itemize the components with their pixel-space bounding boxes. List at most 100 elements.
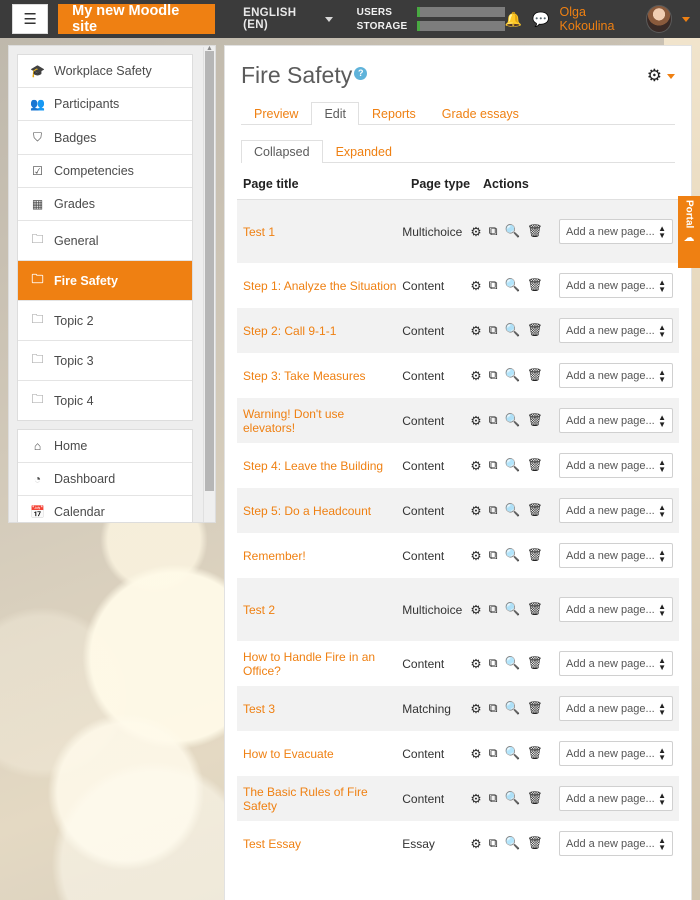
copy-icon[interactable]: ⧉	[489, 791, 498, 806]
language-selector[interactable]: ENGLISH (EN)	[243, 7, 333, 31]
gear-icon[interactable]: ⚙	[470, 701, 481, 716]
tab-expanded[interactable]: Expanded	[323, 140, 405, 163]
preview-icon[interactable]: 🔍	[505, 278, 521, 293]
copy-icon[interactable]: ⧉	[489, 323, 498, 338]
gear-icon[interactable]: ⚙	[470, 413, 481, 428]
sidebar-item-competencies[interactable]: ☑ Competencies	[18, 155, 192, 188]
add-new-page-select[interactable]: Add a new page... ▲ ▼	[559, 786, 673, 811]
gear-icon[interactable]: ⚙	[470, 746, 481, 761]
page-title-link[interactable]: Step 1: Analyze the Situation	[243, 279, 402, 293]
delete-icon[interactable]: 🗑	[527, 503, 543, 518]
copy-icon[interactable]: ⧉	[489, 602, 498, 617]
chat-icon[interactable]: 💬	[532, 11, 549, 28]
preview-icon[interactable]: 🔍	[505, 791, 521, 806]
add-new-page-select[interactable]: Add a new page... ▲ ▼	[559, 543, 673, 568]
preview-icon[interactable]: 🔍	[505, 836, 521, 851]
add-new-page-select[interactable]: Add a new page... ▲ ▼	[559, 831, 673, 856]
delete-icon[interactable]: 🗑	[527, 323, 543, 338]
copy-icon[interactable]: ⧉	[489, 458, 498, 473]
sidebar-item-dashboard[interactable]: ◔ Dashboard	[18, 463, 192, 496]
delete-icon[interactable]: 🗑	[527, 656, 543, 671]
site-name-button[interactable]: My new Moodle site	[58, 3, 216, 35]
sidebar-scroll-thumb[interactable]	[205, 51, 214, 491]
sidebar-scrollbar[interactable]: ▲	[203, 46, 214, 522]
page-title-link[interactable]: Step 3: Take Measures	[243, 369, 402, 383]
delete-icon[interactable]: 🗑	[527, 413, 543, 428]
avatar[interactable]	[646, 5, 673, 33]
delete-icon[interactable]: 🗑	[527, 278, 543, 293]
add-new-page-select[interactable]: Add a new page... ▲ ▼	[559, 453, 673, 478]
tab-grade-essays[interactable]: Grade essays	[429, 102, 532, 125]
tab-collapsed[interactable]: Collapsed	[241, 140, 323, 163]
add-new-page-select[interactable]: Add a new page... ▲ ▼	[559, 408, 673, 433]
copy-icon[interactable]: ⧉	[489, 278, 498, 293]
page-title-link[interactable]: How to Evacuate	[243, 747, 402, 761]
preview-icon[interactable]: 🔍	[505, 548, 521, 563]
settings-menu[interactable]: ⚙	[647, 62, 675, 86]
page-title-link[interactable]: How to Handle Fire in an Office?	[243, 650, 402, 678]
sidebar-item-participants[interactable]: 👥 Participants	[18, 88, 192, 121]
sidebar-item-topic-3[interactable]: 🗀 Topic 3	[18, 341, 192, 381]
username-label[interactable]: Olga Kokoulina	[560, 5, 637, 33]
delete-icon[interactable]: 🗑	[527, 548, 543, 563]
delete-icon[interactable]: 🗑	[527, 602, 543, 617]
tab-preview[interactable]: Preview	[241, 102, 311, 125]
portal-tab[interactable]: Portal ☁	[678, 196, 700, 268]
gear-icon[interactable]: ⚙	[470, 836, 481, 851]
gear-icon[interactable]: ⚙	[470, 323, 481, 338]
preview-icon[interactable]: 🔍	[505, 503, 521, 518]
gear-icon[interactable]: ⚙	[470, 368, 481, 383]
sidebar-item-topic-4[interactable]: 🗀 Topic 4	[18, 381, 192, 420]
bell-icon[interactable]: 🔔	[505, 11, 522, 28]
sidebar-item-topic-2[interactable]: 🗀 Topic 2	[18, 301, 192, 341]
copy-icon[interactable]: ⧉	[489, 224, 498, 239]
gear-icon[interactable]: ⚙	[470, 278, 481, 293]
sidebar-item-badges[interactable]: ⛉ Badges	[18, 121, 192, 155]
sidebar-item-home[interactable]: ⌂ Home	[18, 430, 192, 463]
page-title-link[interactable]: Test 2	[243, 603, 402, 617]
add-new-page-select[interactable]: Add a new page... ▲ ▼	[559, 219, 673, 244]
gear-icon[interactable]: ⚙	[470, 656, 481, 671]
preview-icon[interactable]: 🔍	[505, 458, 521, 473]
preview-icon[interactable]: 🔍	[505, 323, 521, 338]
add-new-page-select[interactable]: Add a new page... ▲ ▼	[559, 363, 673, 388]
gear-icon[interactable]: ⚙	[470, 548, 481, 563]
page-title-link[interactable]: The Basic Rules of Fire Safety	[243, 785, 402, 813]
page-title-link[interactable]: Test 3	[243, 702, 402, 716]
preview-icon[interactable]: 🔍	[505, 602, 521, 617]
copy-icon[interactable]: ⧉	[489, 548, 498, 563]
copy-icon[interactable]: ⧉	[489, 656, 498, 671]
tab-edit[interactable]: Edit	[311, 102, 360, 125]
add-new-page-select[interactable]: Add a new page... ▲ ▼	[559, 651, 673, 676]
page-title-link[interactable]: Test 1	[243, 225, 402, 239]
delete-icon[interactable]: 🗑	[527, 791, 543, 806]
settings-chevron-down-icon[interactable]	[667, 73, 675, 79]
preview-icon[interactable]: 🔍	[505, 413, 521, 428]
preview-icon[interactable]: 🔍	[505, 224, 521, 239]
delete-icon[interactable]: 🗑	[527, 368, 543, 383]
sidebar-item-fire-safety[interactable]: 🗀 Fire Safety	[18, 261, 192, 301]
gear-icon[interactable]: ⚙	[470, 602, 481, 617]
page-title-link[interactable]: Step 5: Do a Headcount	[243, 504, 402, 518]
copy-icon[interactable]: ⧉	[489, 368, 498, 383]
gear-icon[interactable]: ⚙	[470, 791, 481, 806]
help-circle-icon[interactable]: ?	[354, 67, 368, 80]
preview-icon[interactable]: 🔍	[505, 701, 521, 716]
preview-icon[interactable]: 🔍	[505, 746, 521, 761]
delete-icon[interactable]: 🗑	[527, 746, 543, 761]
tab-reports[interactable]: Reports	[359, 102, 429, 125]
preview-icon[interactable]: 🔍	[505, 368, 521, 383]
add-new-page-select[interactable]: Add a new page... ▲ ▼	[559, 318, 673, 343]
add-new-page-select[interactable]: Add a new page... ▲ ▼	[559, 597, 673, 622]
delete-icon[interactable]: 🗑	[527, 458, 543, 473]
gear-icon[interactable]: ⚙	[470, 503, 481, 518]
add-new-page-select[interactable]: Add a new page... ▲ ▼	[559, 273, 673, 298]
hamburger-icon[interactable]: ☰	[12, 4, 49, 34]
copy-icon[interactable]: ⧉	[489, 701, 498, 716]
copy-icon[interactable]: ⧉	[489, 836, 498, 851]
page-title-link[interactable]: Test Essay	[243, 837, 402, 851]
gear-icon[interactable]: ⚙	[647, 66, 662, 86]
gear-icon[interactable]: ⚙	[470, 224, 481, 239]
preview-icon[interactable]: 🔍	[505, 656, 521, 671]
add-new-page-select[interactable]: Add a new page... ▲ ▼	[559, 741, 673, 766]
